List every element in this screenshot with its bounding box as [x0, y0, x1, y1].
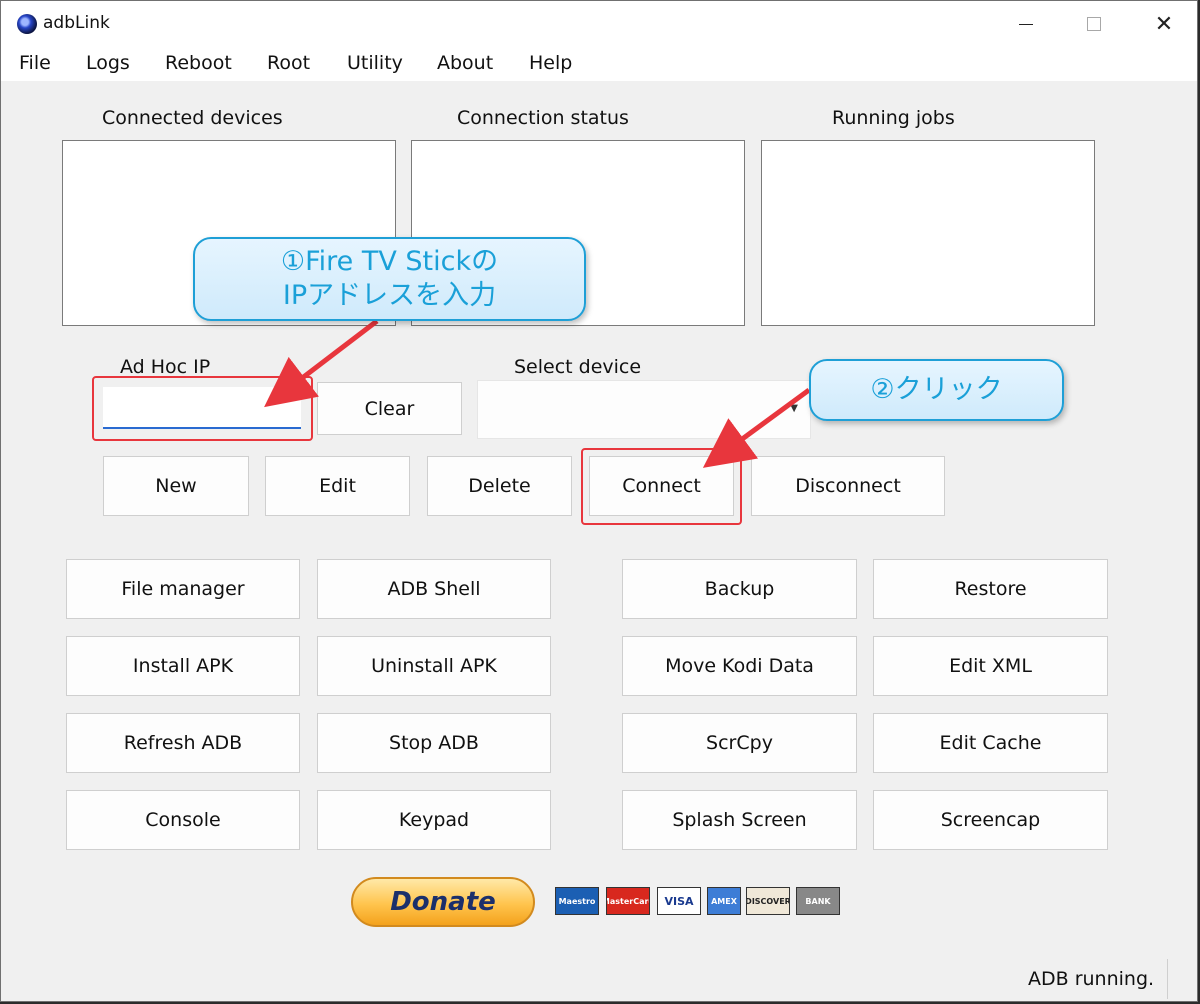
arrow-to-connect [702, 387, 811, 468]
annotation-arrows [264, 319, 811, 468]
callout-enter-ip-line2: IPアドレスを入力 [282, 280, 497, 311]
callout-enter-ip: ①Fire TV Stickの IPアドレスを入力 [193, 237, 586, 321]
adblink-window: adbLink ✕ File Logs Reboot Root Utility … [0, 0, 1198, 1002]
callout-click: ②クリック [809, 359, 1064, 421]
callout-enter-ip-line1: ①Fire TV Stickの [280, 246, 499, 278]
arrow-to-adhoc [264, 319, 379, 408]
